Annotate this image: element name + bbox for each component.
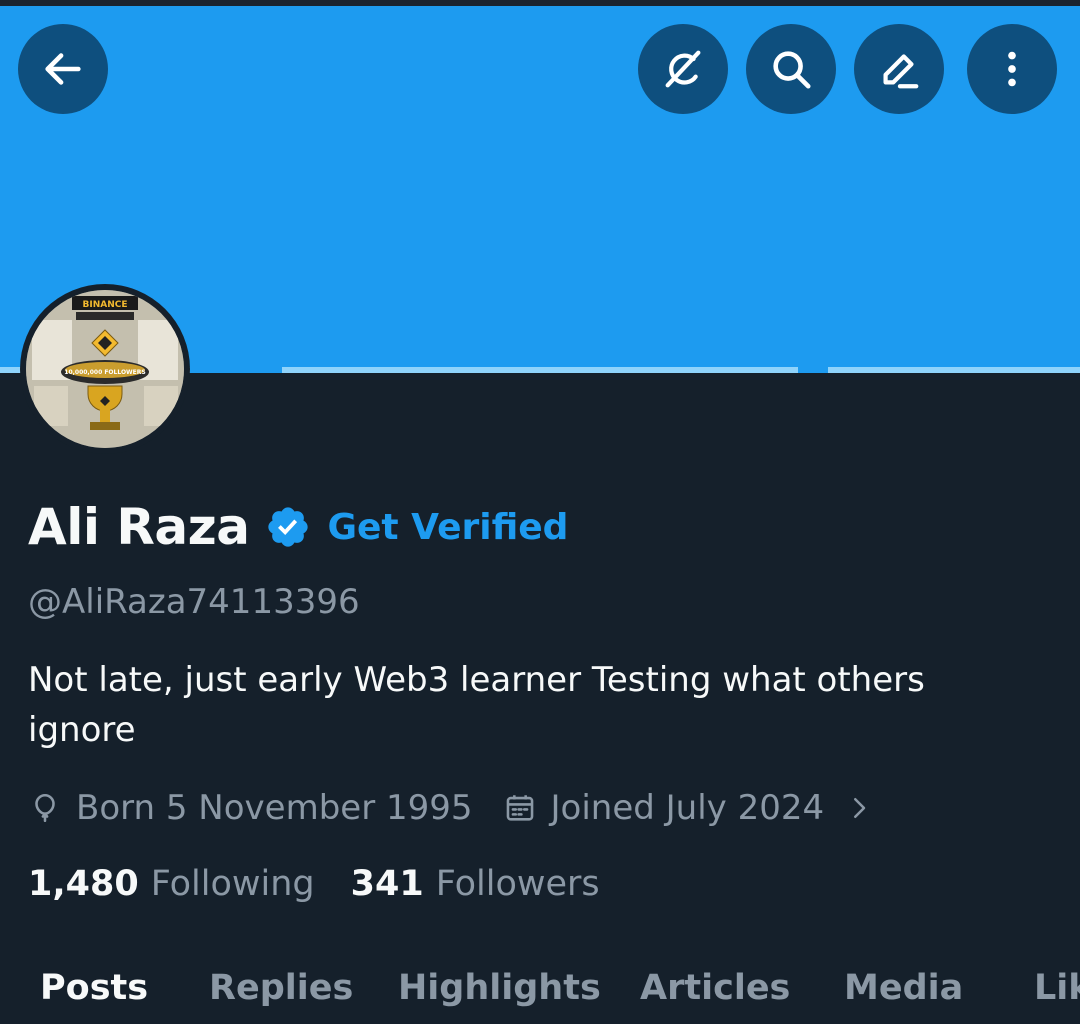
more-vertical-icon xyxy=(1008,51,1016,87)
profile-meta[interactable]: Born 5 November 1995 Joined July 2024 xyxy=(28,782,874,834)
chevron-right-icon[interactable] xyxy=(844,793,874,823)
followers-link[interactable]: 341 Followers xyxy=(351,864,600,904)
name-row: Ali Raza Get Verified xyxy=(28,492,568,562)
avatar-caption: 10,000,000 FOLLOWERS xyxy=(64,369,145,376)
get-verified-link[interactable]: Get Verified xyxy=(327,507,568,548)
compose-button[interactable] xyxy=(854,24,944,114)
following-label: Following xyxy=(150,864,315,904)
grok-button[interactable] xyxy=(638,24,728,114)
balloon-icon xyxy=(35,793,55,823)
birthday-item: Born 5 November 1995 xyxy=(28,788,473,828)
followers-label: Followers xyxy=(435,864,600,904)
avatar-logo-text: BINANCE xyxy=(83,300,128,310)
profile-bio: Not late, just early Web3 learner Testin… xyxy=(28,660,925,750)
avatar[interactable]: BINANCE 10,000,000 FOLLOWERS xyxy=(20,284,190,454)
profile-handle: @AliRaza74113396 xyxy=(28,582,360,622)
joined-text: Joined July 2024 xyxy=(550,788,825,828)
followers-count: 341 xyxy=(350,864,424,904)
search-button[interactable] xyxy=(746,24,836,114)
tab-media[interactable]: Media xyxy=(844,968,963,1008)
tab-posts[interactable]: Posts xyxy=(40,968,148,1008)
profile-tabs: Posts Replies Highlights Articles Media … xyxy=(0,958,1080,1024)
grok-icon xyxy=(665,50,701,88)
calendar-icon xyxy=(506,795,533,821)
verified-badge-icon[interactable] xyxy=(265,504,311,550)
tab-articles[interactable]: Articles xyxy=(640,968,790,1008)
birthday-text: Born 5 November 1995 xyxy=(76,788,473,828)
following-count: 1,480 xyxy=(28,864,139,904)
arrow-left-icon xyxy=(45,53,81,85)
joined-item: Joined July 2024 xyxy=(503,788,825,828)
tab-likes[interactable]: Likes xyxy=(1034,968,1080,1008)
search-icon xyxy=(773,51,811,89)
following-link[interactable]: 1,480 Following xyxy=(28,864,315,904)
pencil-icon xyxy=(883,54,919,89)
back-button[interactable] xyxy=(18,24,108,114)
tab-replies[interactable]: Replies xyxy=(209,968,353,1008)
follow-stats: 1,480 Following 341 Followers xyxy=(28,858,600,910)
tab-highlights[interactable]: Highlights xyxy=(398,968,601,1008)
display-name: Ali Raza xyxy=(28,498,250,556)
more-button[interactable] xyxy=(967,24,1057,114)
avatar-image: BINANCE 10,000,000 FOLLOWERS xyxy=(26,290,184,448)
